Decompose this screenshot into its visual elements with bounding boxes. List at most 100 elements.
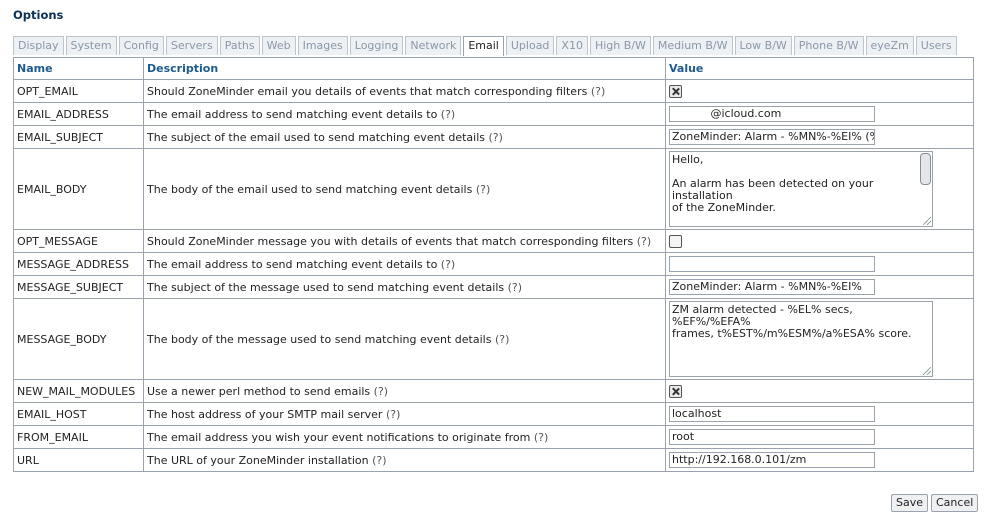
help-link[interactable]: (?) bbox=[534, 431, 548, 444]
opt-message-checkbox[interactable] bbox=[669, 234, 682, 248]
description-text: The body of the message used to send mat… bbox=[147, 332, 492, 346]
help-link[interactable]: (?) bbox=[441, 258, 455, 271]
option-value: Hello, An alarm has been detected on you… bbox=[665, 148, 974, 230]
description-text: The subject of the message used to send … bbox=[147, 280, 505, 294]
opt-email-checkbox[interactable] bbox=[669, 84, 682, 98]
description-text: The email address to send matching event… bbox=[147, 107, 438, 121]
option-name: MESSAGE_ADDRESS bbox=[13, 252, 144, 276]
tab-email[interactable]: Email bbox=[463, 36, 504, 56]
table-row: EMAIL_HOST The host address of your SMTP… bbox=[13, 402, 974, 426]
option-description: The email address you wish your event no… bbox=[143, 425, 666, 449]
cancel-button[interactable]: Cancel bbox=[931, 494, 979, 512]
option-description: The subject of the email used to send ma… bbox=[143, 125, 666, 149]
help-link[interactable]: (?) bbox=[374, 385, 388, 398]
description-text: Should ZoneMinder email you details of e… bbox=[147, 84, 588, 98]
table-row: EMAIL_BODY The body of the email used to… bbox=[13, 148, 974, 230]
table-row: EMAIL_SUBJECT The subject of the email u… bbox=[13, 125, 974, 149]
tab-phone-bw[interactable]: Phone B/W bbox=[793, 36, 864, 55]
option-value: ZoneMinder: Alarm - %MN%-%EI% bbox=[665, 275, 974, 299]
tab-eyezm[interactable]: eyeZm bbox=[865, 36, 914, 55]
option-description: The body of the email used to send match… bbox=[143, 148, 666, 230]
column-header-description: Description bbox=[143, 57, 666, 80]
option-description: Should ZoneMinder message you with detai… bbox=[143, 229, 666, 253]
option-description: The body of the message used to send mat… bbox=[143, 298, 666, 380]
option-value: ZoneMinder: Alarm - %MN%-%EI% (% bbox=[665, 125, 974, 149]
help-link[interactable]: (?) bbox=[386, 408, 400, 421]
option-value bbox=[665, 379, 974, 403]
tab-images[interactable]: Images bbox=[297, 36, 348, 55]
description-text: The subject of the email used to send ma… bbox=[147, 130, 486, 144]
option-name: OPT_EMAIL bbox=[13, 79, 144, 103]
tab-display[interactable]: Display bbox=[13, 36, 64, 55]
email-subject-field[interactable]: ZoneMinder: Alarm - %MN%-%EI% (% bbox=[669, 129, 875, 145]
tab-config[interactable]: Config bbox=[118, 36, 164, 55]
options-tabs: Display System Config Servers Paths Web … bbox=[13, 36, 957, 56]
textarea-scrollbar[interactable] bbox=[920, 153, 931, 185]
options-table: Name Description Value OPT_EMAIL Should … bbox=[13, 57, 974, 472]
option-value bbox=[665, 79, 974, 103]
option-name: FROM_EMAIL bbox=[13, 425, 144, 449]
new-mail-modules-checkbox[interactable] bbox=[669, 384, 682, 398]
option-description: Should ZoneMinder email you details of e… bbox=[143, 79, 666, 103]
tab-paths[interactable]: Paths bbox=[219, 36, 260, 55]
resize-grip-icon[interactable] bbox=[923, 217, 931, 225]
option-value bbox=[665, 252, 974, 276]
tab-high-bw[interactable]: High B/W bbox=[589, 36, 651, 55]
option-value: http://192.168.0.101/zm bbox=[665, 448, 974, 472]
tab-logging[interactable]: Logging bbox=[349, 36, 404, 55]
page-title: Options bbox=[13, 8, 64, 22]
option-value: localhost bbox=[665, 402, 974, 426]
column-header-value: Value bbox=[665, 57, 974, 80]
message-address-field[interactable] bbox=[669, 256, 875, 272]
help-link[interactable]: (?) bbox=[591, 85, 605, 98]
table-row: URL The URL of your ZoneMinder installat… bbox=[13, 448, 974, 472]
description-text: The host address of your SMTP mail serve… bbox=[147, 407, 383, 421]
option-value: root bbox=[665, 425, 974, 449]
tab-upload[interactable]: Upload bbox=[505, 36, 555, 55]
from-email-field[interactable]: root bbox=[669, 429, 875, 445]
tab-x10[interactable]: X10 bbox=[556, 36, 588, 55]
help-link[interactable]: (?) bbox=[495, 333, 509, 346]
table-row: MESSAGE_SUBJECT The subject of the messa… bbox=[13, 275, 974, 299]
help-link[interactable]: (?) bbox=[637, 235, 651, 248]
email-address-field[interactable]: @icloud.com bbox=[669, 106, 875, 122]
option-description: The email address to send matching event… bbox=[143, 252, 666, 276]
tab-system[interactable]: System bbox=[65, 36, 117, 55]
help-link[interactable]: (?) bbox=[489, 131, 503, 144]
option-name: URL bbox=[13, 448, 144, 472]
option-name: EMAIL_ADDRESS bbox=[13, 102, 144, 126]
table-row: MESSAGE_BODY The body of the message use… bbox=[13, 298, 974, 380]
option-name: EMAIL_BODY bbox=[13, 148, 144, 230]
tab-network[interactable]: Network bbox=[405, 36, 462, 55]
option-name: EMAIL_SUBJECT bbox=[13, 125, 144, 149]
description-text: The body of the email used to send match… bbox=[147, 182, 473, 196]
table-row: OPT_MESSAGE Should ZoneMinder message yo… bbox=[13, 229, 974, 253]
tab-low-bw[interactable]: Low B/W bbox=[734, 36, 792, 55]
tab-servers[interactable]: Servers bbox=[165, 36, 218, 55]
help-link[interactable]: (?) bbox=[508, 281, 522, 294]
save-button[interactable]: Save bbox=[891, 494, 929, 512]
email-host-field[interactable]: localhost bbox=[669, 406, 875, 422]
column-header-name: Name bbox=[13, 57, 144, 80]
tab-web[interactable]: Web bbox=[261, 36, 296, 55]
help-link[interactable]: (?) bbox=[372, 454, 386, 467]
help-link[interactable]: (?) bbox=[476, 183, 490, 196]
resize-grip-icon[interactable] bbox=[923, 367, 931, 375]
option-description: The subject of the message used to send … bbox=[143, 275, 666, 299]
option-description: The host address of your SMTP mail serve… bbox=[143, 402, 666, 426]
option-description: Use a newer perl method to send emails (… bbox=[143, 379, 666, 403]
option-name: EMAIL_HOST bbox=[13, 402, 144, 426]
option-value: @icloud.com bbox=[665, 102, 974, 126]
tab-users[interactable]: Users bbox=[915, 36, 957, 55]
url-field[interactable]: http://192.168.0.101/zm bbox=[669, 452, 875, 468]
message-subject-field[interactable]: ZoneMinder: Alarm - %MN%-%EI% bbox=[669, 279, 875, 295]
message-body-text: ZM alarm detected - %EL% secs, %EF%/%EFA… bbox=[672, 303, 912, 340]
table-row: FROM_EMAIL The email address you wish yo… bbox=[13, 425, 974, 449]
email-body-textarea[interactable]: Hello, An alarm has been detected on you… bbox=[669, 151, 933, 227]
message-body-textarea[interactable]: ZM alarm detected - %EL% secs, %EF%/%EFA… bbox=[669, 301, 933, 377]
option-name: MESSAGE_BODY bbox=[13, 298, 144, 380]
option-name: NEW_MAIL_MODULES bbox=[13, 379, 144, 403]
help-link[interactable]: (?) bbox=[441, 108, 455, 121]
tab-medium-bw[interactable]: Medium B/W bbox=[652, 36, 733, 55]
description-text: The email address you wish your event no… bbox=[147, 430, 531, 444]
